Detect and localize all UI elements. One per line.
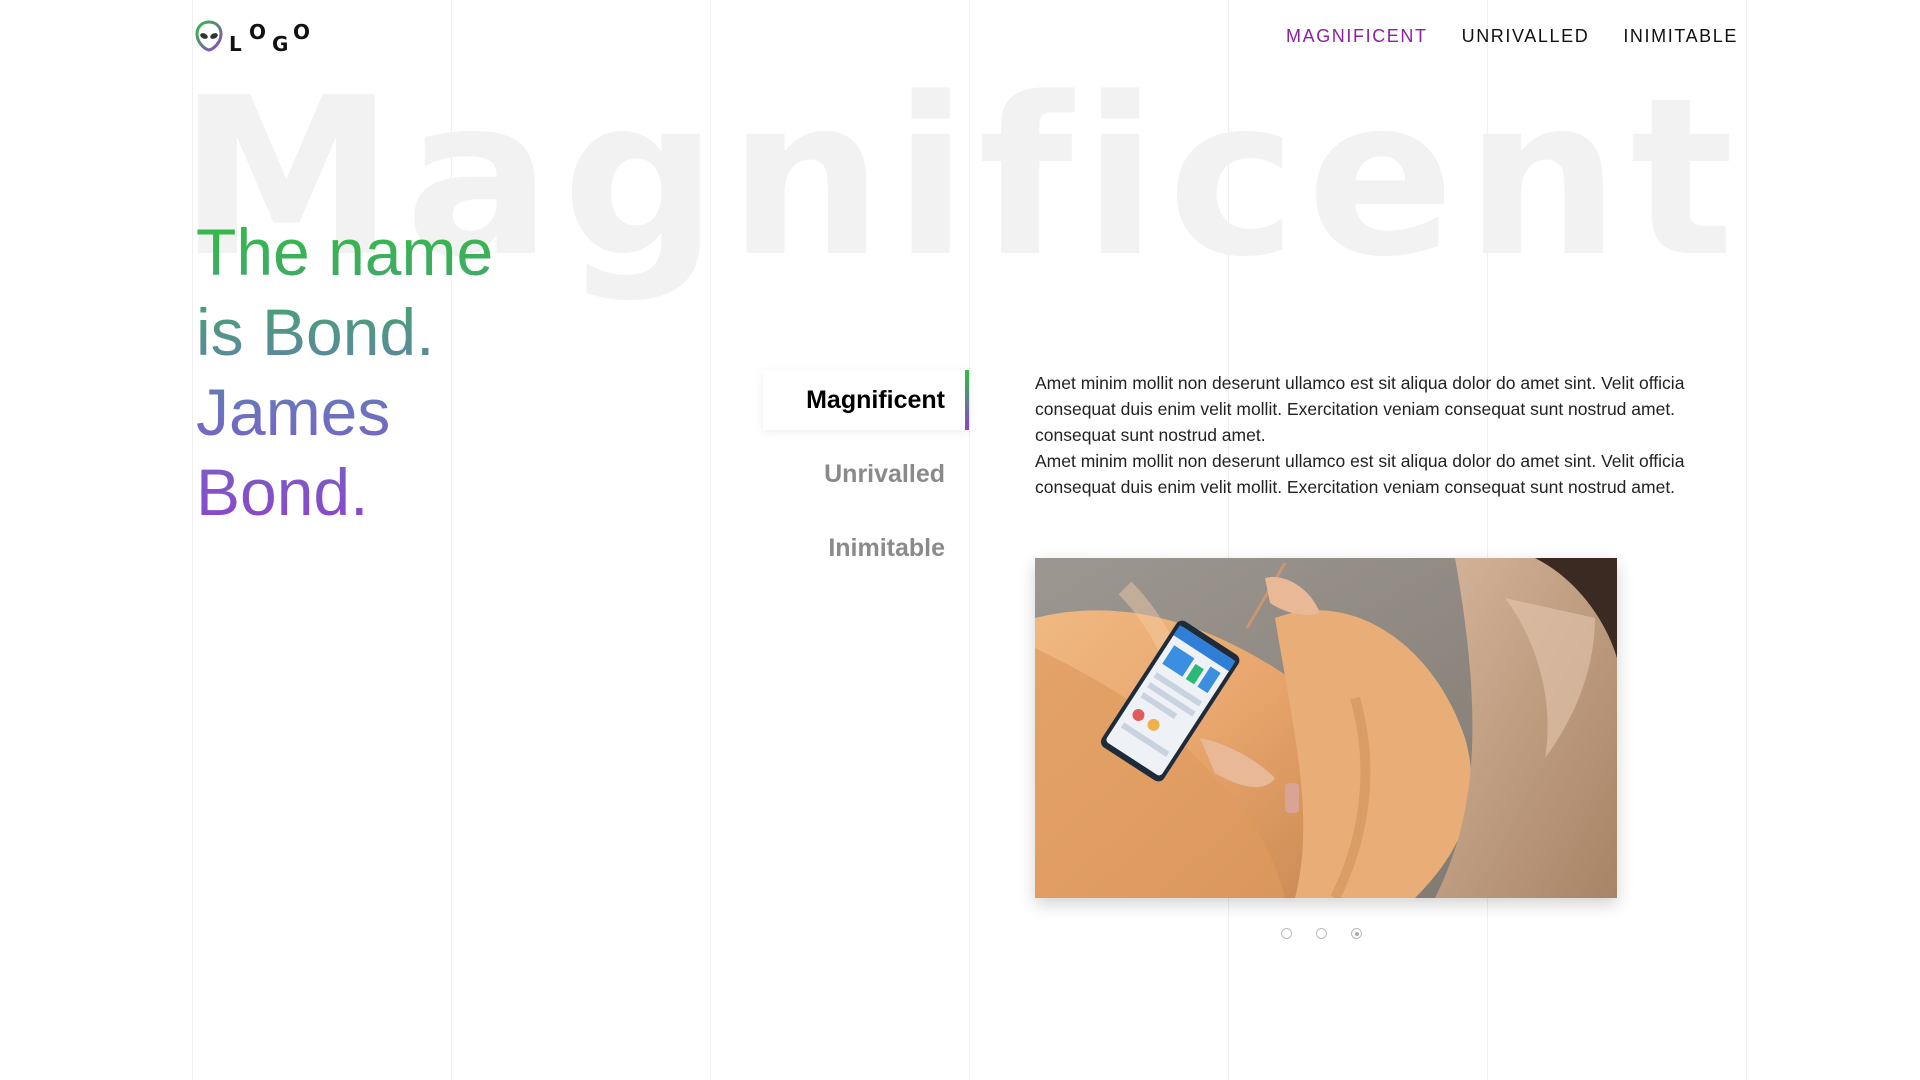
nav-link-magnificent[interactable]: MAGNIFICENT — [1286, 26, 1428, 47]
logo-letter: G — [272, 32, 289, 56]
logo-letter: O — [249, 20, 267, 44]
hero-headline: The name is Bond. James Bond. — [196, 212, 493, 532]
tab-inimitable[interactable]: Inimitable — [763, 518, 969, 578]
headline-line: The name — [196, 215, 494, 289]
content-paragraph: Amet minim mollit non deserunt ullamco e… — [1035, 373, 1685, 445]
alien-head-icon — [195, 19, 223, 57]
top-nav: MAGNIFICENT UNRIVALLED INIMITABLE — [1286, 26, 1738, 47]
headline-line: Bond. — [196, 455, 369, 529]
tab-content-text: Amet minim mollit non deserunt ullamco e… — [1035, 370, 1749, 500]
grid-line — [1746, 0, 1747, 1080]
page: Magnificent L O G O MAGNIFICENT UNRIVALL… — [0, 0, 1920, 1080]
tab-unrivalled[interactable]: Unrivalled — [763, 444, 969, 504]
carousel-dot[interactable] — [1316, 928, 1327, 939]
logo-wordmark: L O G O — [229, 20, 319, 56]
content-paragraph: Amet minim mollit non deserunt ullamco e… — [1035, 451, 1685, 497]
logo-letter: L — [229, 32, 242, 56]
woman-using-tablet-photo — [1035, 558, 1617, 898]
logo[interactable]: L O G O — [195, 19, 319, 57]
headline-line: James — [196, 375, 391, 449]
logo-letter: O — [293, 20, 311, 44]
feature-tabs: Magnificent Unrivalled Inimitable — [763, 370, 969, 592]
carousel-dot[interactable] — [1281, 928, 1292, 939]
tab-magnificent[interactable]: Magnificent — [763, 370, 969, 430]
headline-line: is Bond. — [196, 295, 435, 369]
carousel-dot-active[interactable] — [1351, 928, 1362, 939]
nav-link-inimitable[interactable]: INIMITABLE — [1623, 26, 1738, 47]
carousel-dots — [1281, 928, 1362, 939]
nav-link-unrivalled[interactable]: UNRIVALLED — [1462, 26, 1590, 47]
